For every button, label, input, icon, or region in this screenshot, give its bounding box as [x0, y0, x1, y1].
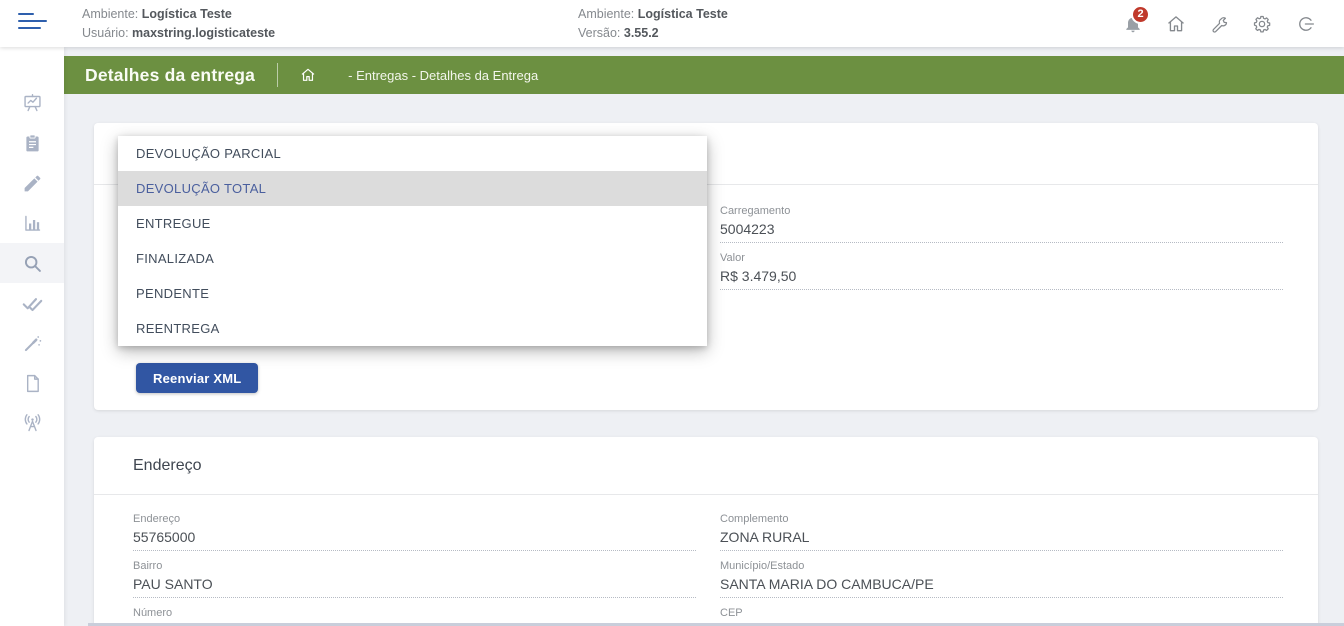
- page-titlebar: Detalhes da entrega - Entregas - Detalhe…: [64, 56, 1344, 94]
- logout-icon: [1295, 14, 1315, 34]
- address-card: Endereço Endereço 55765000 Complemento ZONA…: [94, 437, 1318, 626]
- field-label: Complemento: [720, 513, 789, 525]
- field: Valor R$ 3.479,50: [720, 252, 1283, 290]
- status-dropdown-menu: DEVOLUÇÃO PARCIAL DEVOLUÇÃO TOTAL ENTREGUE…: [118, 136, 707, 346]
- field-label: Município/Estado: [720, 560, 805, 572]
- notification-badge: 2: [1131, 4, 1150, 24]
- pencil-icon: [22, 173, 43, 194]
- menu-toggle-button[interactable]: [18, 13, 48, 33]
- tools-button[interactable]: [1208, 13, 1230, 35]
- notifications-button[interactable]: 2: [1122, 4, 1150, 35]
- dropdown-option[interactable]: DEVOLUÇÃO TOTAL: [118, 171, 707, 206]
- dashboard-icon: [22, 93, 43, 114]
- field-label: Bairro: [133, 560, 163, 572]
- field-label: Valor: [720, 252, 745, 264]
- field: Bairro PAU SANTO: [133, 560, 696, 598]
- field: Município/Estado SANTA MARIA DO CAMBUCA/P…: [720, 560, 1283, 598]
- document-icon: [22, 373, 43, 394]
- env-value: Logística Teste: [141, 7, 232, 21]
- env-label: Ambiente:: [578, 7, 635, 21]
- field-value: 55765000: [133, 529, 696, 551]
- user-value: maxstring.logisticateste: [132, 26, 276, 40]
- search-icon: [22, 253, 43, 274]
- sidebar-item-document[interactable]: [0, 363, 64, 403]
- double-check-icon: [22, 293, 43, 314]
- dropdown-option[interactable]: REENTREGA: [118, 311, 707, 346]
- sidebar-item-clipboard[interactable]: [0, 123, 64, 163]
- dropdown-option[interactable]: DEVOLUÇÃO PARCIAL: [118, 136, 707, 171]
- resend-xml-button[interactable]: Reenviar XML: [136, 363, 259, 393]
- address-section-title: Endereço: [133, 456, 202, 474]
- logout-button[interactable]: [1294, 13, 1316, 35]
- magic-wand-icon: [22, 333, 43, 354]
- env-value: Logística Teste: [637, 7, 728, 21]
- sidebar-item-search[interactable]: [0, 243, 64, 283]
- page-title: Detalhes da entrega: [85, 64, 256, 85]
- field-label: Endereço: [133, 513, 181, 525]
- environment-version-info: Ambiente: Logística Teste Versão: 3.55.2: [578, 5, 728, 43]
- antenna-icon: [22, 413, 43, 434]
- field-label: Carregamento: [720, 205, 791, 217]
- field-label: CEP: [720, 607, 743, 619]
- field-value: R$ 3.479,50: [720, 268, 1283, 290]
- field-label: Número: [133, 607, 173, 619]
- field-value: PAU SANTO: [133, 576, 696, 598]
- sidebar-item-bar-chart[interactable]: [0, 203, 64, 243]
- settings-button[interactable]: [1251, 13, 1273, 35]
- dropdown-option[interactable]: PENDENTE: [118, 276, 707, 311]
- field-value: ZONA RURAL: [720, 529, 1283, 551]
- gear-icon: [1252, 14, 1272, 34]
- titlebar-divider: [277, 63, 279, 87]
- wrench-icon: [1209, 14, 1229, 34]
- top-header: Ambiente: Logística Teste Usuário: maxst…: [0, 0, 1344, 47]
- left-sidebar: [0, 47, 64, 626]
- sidebar-item-antenna[interactable]: [0, 403, 64, 443]
- version-label: Versão:: [578, 26, 621, 40]
- sidebar-item-magic-wand[interactable]: [0, 323, 64, 363]
- clipboard-icon: [22, 133, 43, 154]
- sidebar-item-dashboard[interactable]: [0, 83, 64, 123]
- env-label: Ambiente:: [82, 7, 139, 21]
- dropdown-option[interactable]: ENTREGUE: [118, 206, 707, 241]
- sidebar-item-pencil[interactable]: [0, 163, 64, 203]
- bar-chart-icon: [22, 213, 43, 234]
- field: Carregamento 5004223: [720, 205, 1283, 243]
- user-label: Usuário:: [82, 26, 129, 40]
- breadcrumb: - Entregas - Detalhes da Entrega: [348, 67, 539, 83]
- field: Endereço 55765000: [133, 513, 696, 551]
- field-value: 5004223: [720, 221, 1283, 243]
- field: Complemento ZONA RURAL: [720, 513, 1283, 551]
- home-icon: [1166, 14, 1186, 34]
- dropdown-option[interactable]: FINALIZADA: [118, 241, 707, 276]
- breadcrumb-home-icon[interactable]: [300, 67, 316, 83]
- version-value: 3.55.2: [623, 26, 659, 40]
- environment-user-info: Ambiente: Logística Teste Usuário: maxst…: [82, 5, 275, 43]
- sidebar-item-double-check[interactable]: [0, 283, 64, 323]
- home-button[interactable]: [1165, 13, 1187, 35]
- field-value: SANTA MARIA DO CAMBUCA/PE: [720, 576, 1283, 598]
- address-card-header: Endereço: [94, 437, 1318, 495]
